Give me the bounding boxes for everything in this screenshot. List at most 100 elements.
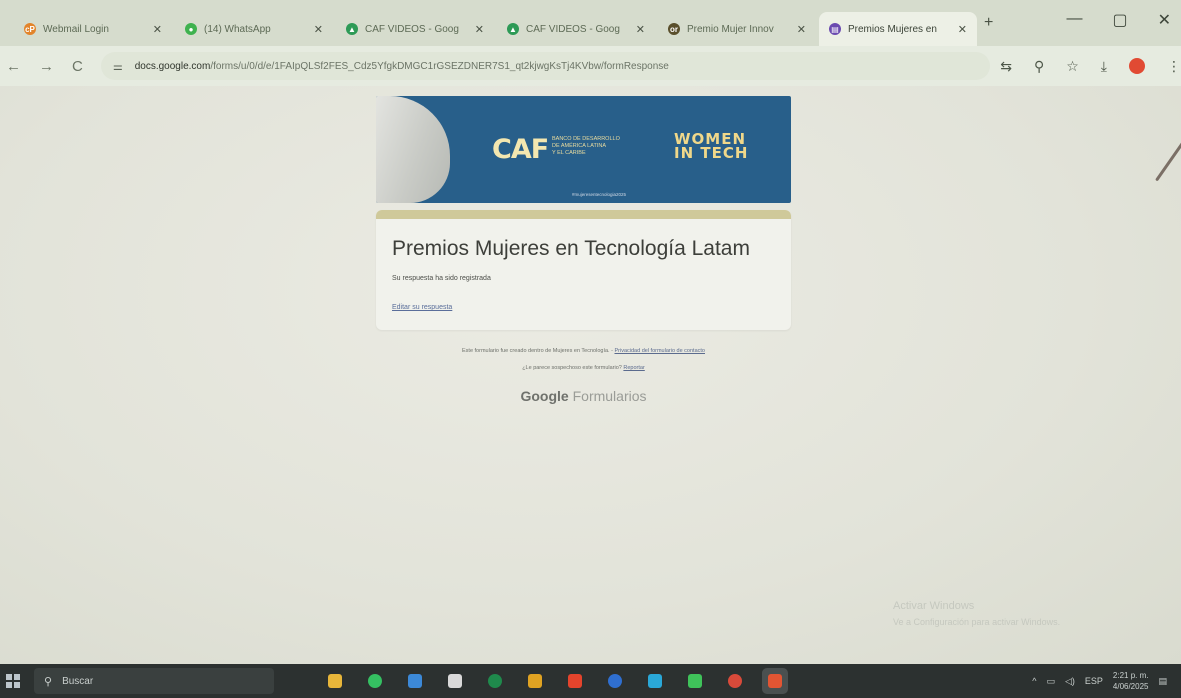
google-forms-icon: ▤ [829,23,841,35]
address-bar: ← → C ⚌ docs.google.com /forms/u/0/d/e/1… [0,46,1181,86]
privacy-link[interactable]: Privacidad del formulario de contacto [614,348,705,354]
close-tab-icon[interactable]: ✕ [797,23,806,36]
forward-button[interactable]: → [39,58,54,75]
back-button[interactable]: ← [6,58,21,75]
maximize-button[interactable]: ▢ [1112,10,1127,30]
tab-title: CAF VIDEOS - Goog [365,23,459,35]
forms-wordmark: Formularios [572,388,647,404]
app-glyph [408,674,422,688]
caf-org-name: BANCO DE DESARROLLO DE AMÉRICA LATINA Y … [552,136,620,156]
app-icon-red[interactable] [562,668,588,694]
window-controls: — ▢ ✕ [1066,10,1171,30]
close-tab-icon[interactable]: ✕ [958,23,967,36]
taskbar-search-input[interactable]: ⚲ Buscar [34,668,274,694]
app-glyph [768,674,782,688]
footer-disclaimer: Este formulario fue creado dentro de Muj… [462,348,705,354]
url-path: /forms/u/0/d/e/1FAIpQLSf2FES_Cdz5YfgkDMG… [210,60,669,72]
chevron-up-icon[interactable]: ^ [1032,676,1036,686]
report-link[interactable]: Reportar [623,365,644,371]
google-forms-logo[interactable]: Google Formularios [376,388,791,404]
caf-logo: CAF [492,134,549,165]
confirmation-message: Su respuesta ha sido registrada [392,275,491,282]
minimize-button[interactable]: — [1066,10,1082,30]
browser-tab[interactable]: ● (14) WhatsApp ✕ [175,12,333,46]
browser-tab[interactable]: ▤ Premios Mujeres en ✕ [819,12,977,46]
word-icon[interactable] [602,668,628,694]
menu-kebab-icon[interactable]: ⋮ [1167,58,1181,75]
site-icon: or [668,23,680,35]
app-glyph [688,674,702,688]
women-in-tech-logo: WOMEN IN TECH [674,130,749,162]
form-title: Premios Mujeres en Tecnología Latam [392,237,750,260]
whatsapp-icon[interactable] [682,668,708,694]
clock[interactable]: 2:21 p. m. 4/06/2025 [1113,670,1149,692]
footer-report-text: ¿Le parece sospechoso este formulario? [522,365,622,371]
webmail-icon: cP [24,23,36,35]
clock-date: 4/06/2025 [1112,682,1149,691]
excel-icon[interactable] [482,668,508,694]
language-indicator[interactable]: ESP [1085,676,1103,686]
page-content: CAF BANCO DE DESARROLLO DE AMÉRICA LATIN… [0,86,1181,664]
spotify-icon[interactable] [362,668,388,694]
browser-tab[interactable]: ▲ CAF VIDEOS - Goog ✕ [336,12,494,46]
banner-tagline: #mujeresentecnologia2025 [572,192,627,197]
app-glyph [368,674,382,688]
file-explorer-icon[interactable] [322,668,348,694]
new-tab-button[interactable]: + [984,14,993,32]
browser-tab[interactable]: or Premio Mujer Innov ✕ [658,12,816,46]
app-icon-multi[interactable] [722,668,748,694]
app-glyph [328,674,342,688]
bookmark-star-icon[interactable]: ☆ [1066,58,1079,75]
notifications-icon[interactable]: ▤ [1158,676,1167,687]
taskbar-apps [322,668,788,694]
edit-response-link[interactable]: Editar su respuesta [392,304,452,311]
google-drive-icon: ▲ [507,23,519,35]
close-tab-icon[interactable]: ✕ [314,23,323,36]
taskbar-search-placeholder: Buscar [62,675,94,687]
app-glyph [528,674,542,688]
app-glyph [568,674,582,688]
close-tab-icon[interactable]: ✕ [636,23,645,36]
tab-title: Webmail Login [43,23,109,35]
url-input[interactable]: ⚌ docs.google.com /forms/u/0/d/e/1FAIpQL… [100,52,991,80]
card-accent-bar [376,210,791,219]
woman-silhouette-image [376,96,450,203]
search-icon: ⚲ [44,675,53,688]
toolbar-actions: ⇆ ⚲ ☆ ⤓ ⋮ [1000,58,1181,75]
system-tray: ^ ▭ ◁) ESP 2:21 p. m. 4/06/2025 ▤ [1032,670,1181,692]
browser-tab[interactable]: ▲ CAF VIDEOS - Goog ✕ [497,12,655,46]
footer-disclaimer-text: Este formulario fue creado dentro de Muj… [462,348,610,354]
whatsapp-icon: ● [185,23,197,35]
store-icon[interactable] [442,668,468,694]
close-window-button[interactable]: ✕ [1158,10,1171,30]
windows-taskbar: ⚲ Buscar ^ ▭ ◁) ESP 2:21 p. m. 4/06/2025… [0,664,1181,698]
edge-icon[interactable] [642,668,668,694]
footer-report: ¿Le parece sospechoso este formulario? R… [376,365,791,371]
windows-start-icon[interactable] [6,674,20,688]
close-tab-icon[interactable]: ✕ [153,23,162,36]
activate-windows-title: Activar Windows [893,600,975,612]
zoom-icon[interactable]: ⚲ [1034,58,1044,75]
app-icon-blue[interactable] [402,668,428,694]
app-glyph [448,674,462,688]
site-info-icon[interactable]: ⚌ [113,60,123,73]
network-icon[interactable]: ▭ [1046,676,1055,687]
chrome-active-icon[interactable] [762,668,788,694]
download-icon[interactable]: ⤓ [1101,58,1107,75]
browser-tab[interactable]: cP Webmail Login ✕ [14,12,172,46]
app-glyph [728,674,742,688]
close-tab-icon[interactable]: ✕ [475,23,484,36]
activate-windows-watermark: Activar Windows Ve a Configuración para … [893,598,1060,630]
tab-title: Premio Mujer Innov [687,23,774,35]
tab-title: (14) WhatsApp [204,23,271,35]
volume-icon[interactable]: ◁) [1065,676,1075,687]
chrome-icon[interactable] [522,668,548,694]
pen-object [1155,130,1181,182]
form-response-card: Premios Mujeres en Tecnología Latam Su r… [376,210,791,330]
profile-avatar[interactable] [1129,58,1145,74]
translate-icon[interactable]: ⇆ [1000,58,1012,75]
reload-button[interactable]: C [72,58,83,75]
app-glyph [488,674,502,688]
app-glyph [608,674,622,688]
google-drive-icon: ▲ [346,23,358,35]
